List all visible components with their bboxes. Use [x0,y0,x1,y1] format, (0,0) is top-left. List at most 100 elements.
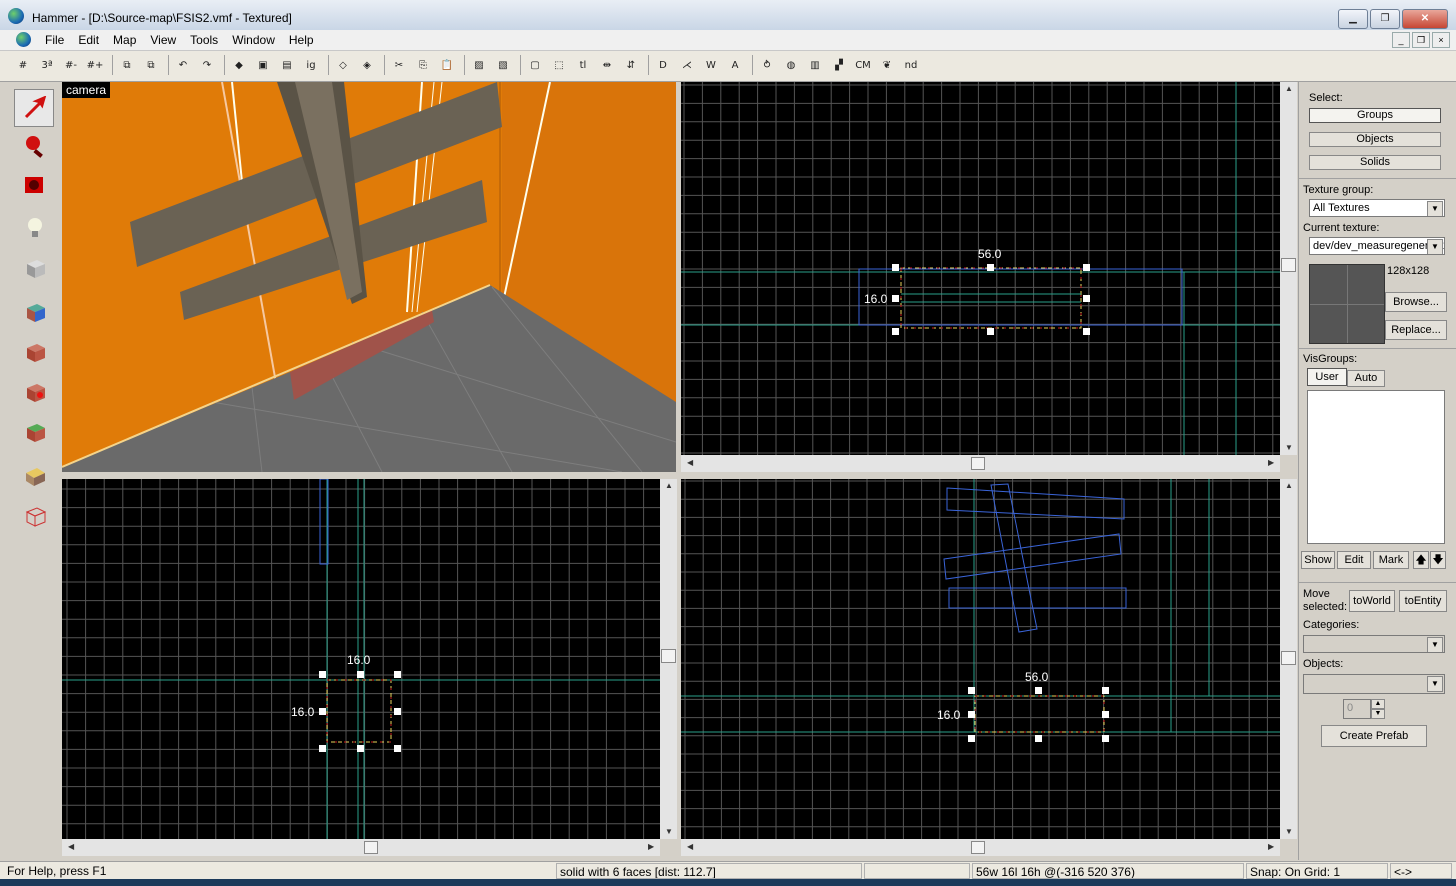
visgroup-edit-button[interactable]: Edit [1337,551,1371,569]
select-group-icon[interactable]: ▣ [254,57,272,75]
selection-tool[interactable] [14,89,54,127]
toggle-area-portals-icon[interactable]: A [726,57,744,75]
ignore-groups-icon[interactable]: ig [302,57,320,75]
side-view-viewport[interactable]: 56.0 16.0 [681,479,1280,839]
lighting-icon[interactable]: ▞ [830,57,848,75]
polygon-icon[interactable]: ◍ [782,57,800,75]
flip-horizontal-icon[interactable]: ⇹ [598,57,616,75]
browse-button[interactable]: Browse... [1385,292,1447,312]
categories-select[interactable]: ▼ [1303,635,1445,653]
toggle-displacement-icon[interactable]: D [654,57,672,75]
vertex-tool[interactable] [14,497,54,535]
camera-viewport[interactable]: camera [62,82,676,472]
select-by-handles-icon[interactable]: ⬚ [550,57,568,75]
menu-map[interactable]: Map [106,32,143,48]
toggle-world-icon[interactable]: W [702,57,720,75]
grid-3d-icon[interactable]: 3ª [38,57,56,75]
select-solids-button[interactable]: Solids [1309,155,1441,170]
toggle-cordon-icon[interactable]: ⋌ [678,57,696,75]
textured-icon[interactable]: ▥ [806,57,824,75]
texture-application-tool[interactable] [14,293,54,331]
move-selected-label-line2: selected: [1303,601,1348,613]
magnifier-icon [26,136,43,158]
top-view-viewport[interactable]: 56.0 16.0 [681,82,1280,455]
current-texture-select[interactable]: dev/dev_measuregeneric01b ▼ [1309,237,1445,255]
mdi-restore-button[interactable]: ❐ [1412,32,1430,48]
spin-up-icon[interactable]: ▲ [1371,699,1385,709]
apply-current-texture-tool[interactable] [14,333,54,371]
menu-window[interactable]: Window [225,32,282,48]
objects-select[interactable]: ▼ [1303,674,1445,694]
document-icon[interactable] [16,32,31,47]
title-bar: Hammer - [D:\Source-map\FSIS2.vmf - Text… [0,0,1456,30]
block-tool[interactable] [14,249,54,287]
undo-icon[interactable]: ↶ [174,57,192,75]
magnify-tool[interactable] [14,127,54,165]
unhide-icon[interactable]: ◈ [358,57,376,75]
paste-icon[interactable]: 📋 [438,57,456,75]
maximize-button[interactable]: ❐ [1370,9,1400,29]
categories-label: Categories: [1303,619,1360,631]
grid-smaller-icon[interactable]: #- [62,57,80,75]
move-up-arrow-icon[interactable]: 🡅 [1413,551,1429,569]
visgroups-tab-user[interactable]: User [1307,368,1347,386]
mdi-minimize-button[interactable]: _ [1392,32,1410,48]
menu-tools[interactable]: Tools [183,32,225,48]
front-view-vertical-scrollbar[interactable]: ▲ ▼ [660,479,677,839]
top-view-horizontal-scrollbar[interactable]: ◀ ▶ [681,455,1280,472]
top-view-vertical-scrollbar[interactable]: ▲ ▼ [1280,82,1297,455]
group-icon[interactable]: ⧉ [142,57,160,75]
redo-icon[interactable]: ↷ [198,57,216,75]
front-view-horizontal-scrollbar[interactable]: ◀ ▶ [62,839,660,856]
clipping-tool[interactable] [14,457,54,495]
side-view-horizontal-scrollbar[interactable]: ◀ ▶ [681,839,1280,856]
overlay-tool[interactable] [14,413,54,451]
grid-larger-icon[interactable]: #+ [86,57,104,75]
select-groups-button[interactable]: Groups [1309,108,1441,123]
replace-button[interactable]: Replace... [1385,320,1447,340]
minimize-button[interactable]: ▁ [1338,9,1368,29]
flip-vertical-icon[interactable]: ⇵ [622,57,640,75]
carve-icon[interactable]: ⧉ [118,57,136,75]
move-down-arrow-icon[interactable]: 🡇 [1430,551,1446,569]
texture-lock-icon[interactable]: ◆ [230,57,248,75]
toggle-models-icon[interactable]: ▧ [494,57,512,75]
toggle-helpers-icon[interactable]: ▨ [470,57,488,75]
menu-view[interactable]: View [143,32,183,48]
hide-icon[interactable]: ◇ [334,57,352,75]
texture-group-select[interactable]: All Textures ▼ [1309,199,1445,217]
wireframe-icon[interactable]: ⥁ [758,57,776,75]
copy-icon[interactable]: ⎘ [414,57,432,75]
cm-icon[interactable]: CM [854,57,872,75]
brick-cube-icon [27,344,45,362]
grid-toggle-icon[interactable]: # [14,57,32,75]
menu-edit[interactable]: Edit [71,32,106,48]
side-view-vertical-scrollbar[interactable]: ▲ ▼ [1280,479,1297,839]
ungroup-icon[interactable]: ▤ [278,57,296,75]
menu-help[interactable]: Help [282,32,321,48]
select-box-icon[interactable]: ▢ [526,57,544,75]
count-input[interactable]: 0 [1343,699,1371,719]
to-entity-button[interactable]: toEntity [1399,590,1447,612]
visgroup-show-button[interactable]: Show [1301,551,1335,569]
close-button[interactable]: ✕ [1402,9,1448,29]
text-tl-icon[interactable]: tl [574,57,592,75]
nodraw-icon[interactable]: nd [902,57,920,75]
leaf-icon[interactable]: ❦ [878,57,896,75]
select-objects-button[interactable]: Objects [1309,132,1441,147]
entity-tool[interactable] [14,209,54,247]
mdi-close-button[interactable]: × [1432,32,1450,48]
to-world-button[interactable]: toWorld [1349,590,1395,612]
decal-tool[interactable] [14,373,54,411]
texture-preview[interactable] [1309,264,1385,344]
cut-icon[interactable]: ✂ [390,57,408,75]
spin-down-icon[interactable]: ▼ [1371,709,1385,719]
visgroup-mark-button[interactable]: Mark [1373,551,1409,569]
front-view-viewport[interactable]: 16.0 16.0 [62,479,660,839]
visgroups-tab-auto[interactable]: Auto [1347,370,1385,387]
create-prefab-button[interactable]: Create Prefab [1321,725,1427,747]
visgroups-list[interactable] [1307,390,1445,544]
menu-file[interactable]: File [38,32,71,48]
status-snap: Snap: On Grid: 1 [1246,863,1388,879]
camera-tool[interactable] [14,165,54,203]
